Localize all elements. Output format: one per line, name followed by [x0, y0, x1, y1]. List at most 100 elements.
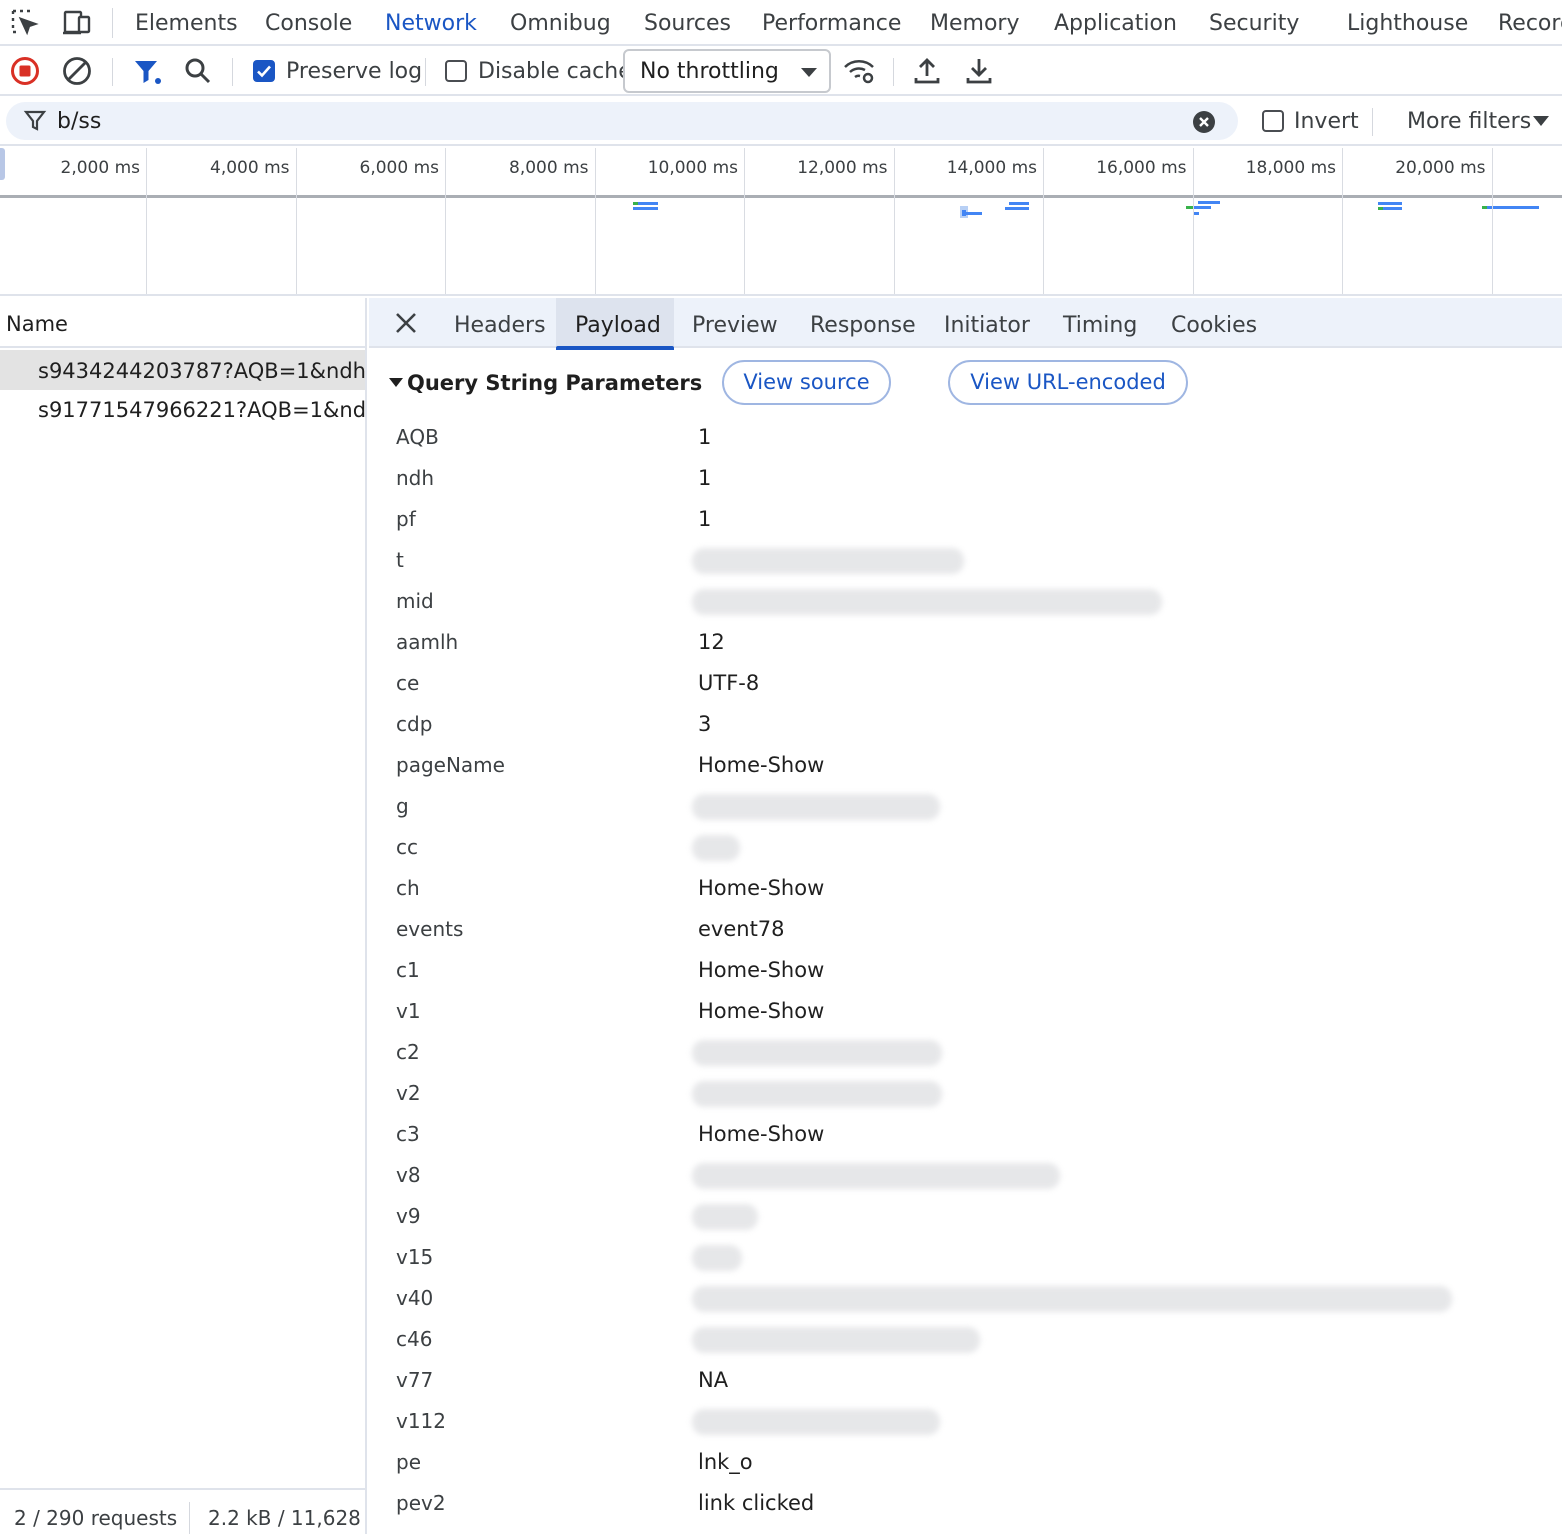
param-key: pev2 — [396, 1491, 446, 1515]
timeline-tick-label: 16,000 ms — [1096, 158, 1187, 178]
timeline-gridline — [1043, 148, 1044, 294]
view-url-encoded-button[interactable]: View URL-encoded — [948, 360, 1188, 405]
timeline-request-bar — [1005, 207, 1029, 210]
param-key: v15 — [396, 1245, 434, 1269]
devtools-tab-bar: Elements Console Network Omnibug Sources… — [0, 0, 1562, 46]
timeline-tick-label: 20,000 ms — [1395, 158, 1486, 178]
param-key: v112 — [396, 1409, 447, 1433]
record-stop-icon[interactable] — [8, 54, 42, 88]
details-tab-bar: Headers Payload Preview Response Initiat… — [369, 298, 1562, 350]
tab-elements[interactable]: Elements — [135, 0, 238, 44]
param-value: Home-Show — [698, 958, 825, 982]
tab-preview[interactable]: Preview — [692, 298, 778, 348]
tab-network[interactable]: Network — [385, 0, 477, 44]
tab-lighthouse[interactable]: Lighthouse — [1347, 0, 1468, 44]
param-value: 1 — [698, 466, 712, 490]
triangle-down-icon[interactable] — [389, 378, 403, 387]
disable-cache-label[interactable]: Disable cache — [478, 46, 632, 96]
redacted-value — [692, 1409, 940, 1435]
tab-performance[interactable]: Performance — [762, 0, 901, 44]
timeline-tick-label: 8,000 ms — [509, 158, 589, 178]
timeline-left-handle[interactable] — [0, 148, 5, 180]
query-string-parameters-heading[interactable]: Query String Parameters — [407, 366, 702, 400]
filter-row: b/ss Invert More filters — [0, 96, 1562, 146]
invert-checkbox[interactable] — [1262, 110, 1284, 132]
param-key: c46 — [396, 1327, 433, 1351]
tab-security[interactable]: Security — [1209, 0, 1299, 44]
filter-input-value: b/ss — [57, 109, 102, 134]
name-column-header[interactable]: Name — [0, 298, 365, 348]
tab-initiator[interactable]: Initiator — [944, 298, 1030, 348]
tab-response[interactable]: Response — [810, 298, 916, 348]
search-icon[interactable] — [181, 54, 215, 88]
preserve-log-label[interactable]: Preserve log — [286, 46, 422, 96]
tab-cookies[interactable]: Cookies — [1171, 298, 1257, 348]
request-row[interactable]: s9434244203787?AQB=1&ndh... — [0, 350, 365, 390]
funnel-icon — [23, 109, 47, 137]
toolbar-separator — [893, 58, 894, 86]
tab-recorder[interactable]: Recorc — [1498, 0, 1562, 44]
toolbar-separator — [425, 58, 426, 86]
param-key: c3 — [396, 1122, 420, 1146]
tab-payload[interactable]: Payload — [575, 298, 661, 348]
redacted-value — [692, 1245, 742, 1271]
tab-omnibug[interactable]: Omnibug — [510, 0, 611, 44]
request-name: s91771547966221?AQB=1&nd... — [38, 398, 365, 422]
param-key: events — [396, 917, 464, 941]
throttling-value: No throttling — [640, 59, 779, 84]
redacted-value — [692, 1327, 980, 1353]
clear-filter-icon[interactable] — [1192, 110, 1216, 138]
invert-label[interactable]: Invert — [1294, 96, 1359, 146]
param-key: v8 — [396, 1163, 421, 1187]
param-value: 1 — [698, 507, 712, 531]
param-key: cdp — [396, 712, 433, 736]
transferred-size: 2.2 kB / 11,628 k — [208, 1506, 365, 1530]
redacted-value — [692, 835, 740, 861]
chevron-down-icon[interactable] — [1533, 116, 1549, 126]
timeline-overview[interactable]: 2,000 ms 4,000 ms 6,000 ms 8,000 ms 10,000 m… — [0, 148, 1562, 296]
tab-console[interactable]: Console — [265, 0, 352, 44]
timeline-request-bar — [1487, 206, 1539, 209]
network-conditions-icon[interactable] — [842, 54, 876, 88]
param-value: Home-Show — [698, 753, 825, 777]
timeline-request-bar — [1383, 207, 1402, 210]
param-key: AQB — [396, 425, 439, 449]
device-toolbar-icon[interactable] — [60, 6, 94, 40]
view-source-button[interactable]: View source — [722, 360, 891, 405]
timeline-request-bar — [1198, 201, 1220, 204]
param-key: mid — [396, 589, 434, 613]
request-row[interactable]: s91771547966221?AQB=1&nd... — [0, 389, 365, 429]
request-count: 2 / 290 requests — [14, 1506, 178, 1530]
tab-memory[interactable]: Memory — [930, 0, 1019, 44]
close-icon[interactable] — [394, 311, 418, 339]
throttling-select[interactable]: No throttling — [623, 49, 831, 93]
param-key: c1 — [396, 958, 420, 982]
inspect-element-icon[interactable] — [8, 6, 42, 40]
param-key: v1 — [396, 999, 421, 1023]
redacted-value — [692, 1163, 1060, 1189]
tab-headers[interactable]: Headers — [454, 298, 546, 348]
timeline-gridline — [295, 148, 297, 294]
request-details-panel: Headers Payload Preview Response Initiat… — [369, 298, 1562, 1534]
import-har-icon[interactable] — [910, 54, 944, 88]
disable-cache-checkbox[interactable] — [445, 60, 467, 82]
tab-application[interactable]: Application — [1054, 0, 1177, 44]
network-status-bar: 2 / 290 requests 2.2 kB / 11,628 k — [0, 1488, 365, 1534]
tab-timing[interactable]: Timing — [1063, 298, 1137, 348]
tab-sources[interactable]: Sources — [644, 0, 731, 44]
more-filters-button[interactable]: More filters — [1407, 96, 1531, 146]
chevron-down-icon — [801, 68, 817, 77]
param-value: 3 — [698, 712, 712, 736]
preserve-log-checkbox[interactable] — [253, 60, 275, 82]
timeline-tick-label: 6,000 ms — [359, 158, 440, 178]
param-key: v40 — [396, 1286, 434, 1310]
timeline-tick-label: 10,000 ms — [647, 158, 738, 178]
network-toolbar: Preserve log Disable cache No throttling — [0, 46, 1562, 96]
export-har-icon[interactable] — [962, 54, 996, 88]
param-key: c2 — [396, 1040, 420, 1064]
clear-icon[interactable] — [60, 54, 94, 88]
timeline-request-bar — [1193, 212, 1199, 215]
param-key: ce — [396, 671, 420, 695]
filter-input[interactable]: b/ss — [6, 102, 1238, 140]
filter-icon[interactable] — [130, 54, 164, 88]
